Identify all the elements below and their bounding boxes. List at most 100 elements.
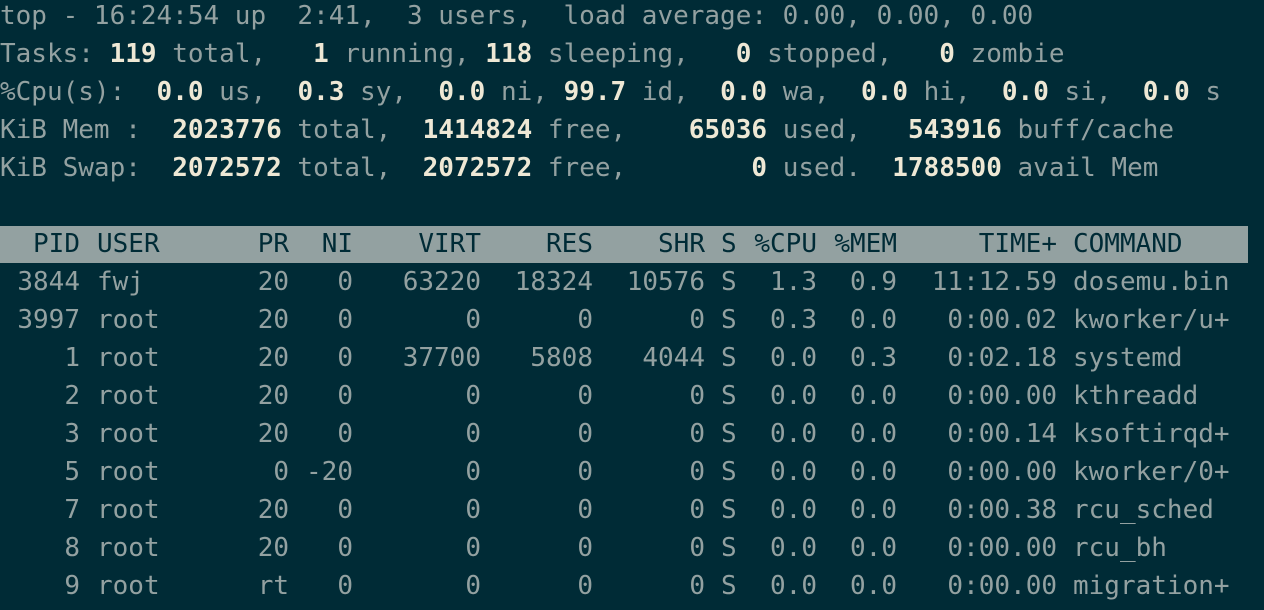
cpu-si: 0.0 <box>1001 77 1049 107</box>
res-cell: 0 <box>577 305 593 335</box>
cpu-wa-label: wa, <box>767 77 862 107</box>
col-res[interactable]: RES <box>490 225 593 263</box>
nice-cell: -20 <box>306 457 353 487</box>
mem-cell: 0.0 <box>850 381 897 411</box>
col-user[interactable]: USER <box>97 225 237 263</box>
nice-cell: 0 <box>337 381 353 411</box>
command-cell: rcu_bh <box>1073 533 1167 563</box>
mem-buff-label: buff/cache <box>1001 115 1175 145</box>
mem-cell: 0.0 <box>850 533 897 563</box>
command-cell: dosemu.bin <box>1073 267 1230 297</box>
res-cell: 0 <box>577 571 593 601</box>
swap-line: KiB Swap: 2072572 total, 2072572 free, 0… <box>0 149 1264 187</box>
user-cell: root <box>97 381 160 411</box>
pid-cell: 1 <box>64 343 80 373</box>
tasks-zombie: 0 <box>939 39 955 69</box>
terminal-window[interactable]: top - 16:24:54 up 2:41, 3 users, load av… <box>0 0 1264 610</box>
res-cell: 18324 <box>514 267 593 297</box>
nice-cell: 0 <box>337 343 353 373</box>
table-row[interactable]: 7 root 20 0 0 0 0 S 0.0 0.0 0:00.38 rcu_sched <box>0 491 1264 529</box>
priority-cell: 20 <box>257 419 289 449</box>
state-cell: S <box>721 457 737 487</box>
command-cell: migration+ <box>1073 571 1230 601</box>
shr-cell: 0 <box>689 305 705 335</box>
cpu-cell: 0.0 <box>770 381 817 411</box>
col-ni[interactable]: NI <box>292 225 353 263</box>
col-mem[interactable]: %MEM <box>825 225 897 263</box>
priority-cell: 20 <box>257 267 289 297</box>
mem-cell: 0.0 <box>850 495 897 525</box>
res-cell: 0 <box>577 495 593 525</box>
cpu-cell: 1.3 <box>770 267 817 297</box>
state-cell: S <box>721 419 737 449</box>
time-cell: 11:12.59 <box>931 267 1057 297</box>
user-cell: root <box>97 533 160 563</box>
col-command[interactable]: COMMAND <box>1073 225 1263 263</box>
table-row[interactable]: 9 root rt 0 0 0 0 S 0.0 0.0 0:00.00 migration+ <box>0 567 1264 605</box>
pid-cell: 2 <box>64 381 80 411</box>
col-pid[interactable]: PID <box>0 225 80 263</box>
pid-cell: 3997 <box>17 305 80 335</box>
cpu-cell: 0.0 <box>770 343 817 373</box>
tasks-line: Tasks: 119 total, 1 running, 118 sleepin… <box>0 35 1264 73</box>
nice-cell: 0 <box>337 305 353 335</box>
virt-cell: 0 <box>465 571 481 601</box>
nice-cell: 0 <box>337 267 353 297</box>
mem-used: 65036 <box>688 115 768 145</box>
swap-used: 0 <box>751 153 768 183</box>
res-cell: 5808 <box>530 343 593 373</box>
swap-avail: 1788500 <box>892 153 1002 183</box>
time-cell: 0:02.18 <box>947 343 1057 373</box>
nice-cell: 0 <box>337 533 353 563</box>
time-cell: 0:00.14 <box>947 419 1057 449</box>
mem-total: 2023776 <box>172 115 282 145</box>
pid-cell: 8 <box>64 533 80 563</box>
table-row[interactable]: 3997 root 20 0 0 0 0 S 0.3 0.0 0:00.02 kworker/u+ <box>0 301 1264 339</box>
state-cell: S <box>721 343 737 373</box>
state-cell: S <box>721 495 737 525</box>
table-row[interactable]: 1 root 20 0 37700 5808 4044 S 0.0 0.3 0:02.18 syste… <box>0 339 1264 377</box>
col-time[interactable]: TIME+ <box>905 225 1057 263</box>
command-cell: kworker/0+ <box>1073 457 1230 487</box>
col-cpu[interactable]: %CPU <box>745 225 817 263</box>
state-cell: S <box>721 267 737 297</box>
cpu-cell: 0.0 <box>770 457 817 487</box>
col-virt[interactable]: VIRT <box>360 225 481 263</box>
mem-cell: 0.0 <box>850 305 897 335</box>
command-cell: kworker/u+ <box>1073 305 1230 335</box>
table-row[interactable]: 2 root 20 0 0 0 0 S 0.0 0.0 0:00.00 kthreadd <box>0 377 1264 415</box>
shr-cell: 0 <box>689 571 705 601</box>
res-cell: 0 <box>577 419 593 449</box>
table-row[interactable]: 3844 fwj 20 0 63220 18324 10576 S 1.3 0.9 11:12.59… <box>0 263 1264 301</box>
col-state[interactable]: S <box>721 225 741 263</box>
pid-cell: 7 <box>64 495 80 525</box>
mem-line: KiB Mem : 2023776 total, 1414824 free, 6… <box>0 111 1264 149</box>
cpu-label: %Cpu(s): <box>0 77 157 107</box>
state-cell: S <box>721 533 737 563</box>
priority-cell: rt <box>257 571 289 601</box>
priority-cell: 20 <box>257 381 289 411</box>
table-row[interactable]: 5 root 0 -20 0 0 0 S 0.0 0.0 0:00.00 kworker/0+ <box>0 453 1264 491</box>
res-cell: 0 <box>577 381 593 411</box>
shr-cell: 0 <box>689 495 705 525</box>
col-pr[interactable]: PR <box>240 225 289 263</box>
table-row[interactable]: 8 root 20 0 0 0 0 S 0.0 0.0 0:00.00 rcu_bh <box>0 529 1264 567</box>
swap-free-label: free, <box>532 153 752 183</box>
shr-cell: 0 <box>689 419 705 449</box>
cpu-cell: 0.0 <box>770 533 817 563</box>
mem-buff: 543916 <box>907 115 1002 145</box>
table-row[interactable]: 3 root 20 0 0 0 0 S 0.0 0.0 0:00.14 ksoftirqd+ <box>0 415 1264 453</box>
cpu-sy-label: sy, <box>344 77 439 107</box>
swap-used-label: used. <box>767 153 893 183</box>
mem-cell: 0.9 <box>850 267 897 297</box>
tasks-label: Tasks: <box>0 39 110 69</box>
column-header-row: PID USER PR NI VIRT RES SHR S %CPU %MEM … <box>0 225 1264 263</box>
command-cell: systemd <box>1073 343 1183 373</box>
cpu-id-label: id, <box>626 77 721 107</box>
col-shr[interactable]: SHR <box>600 225 705 263</box>
virt-cell: 0 <box>465 305 481 335</box>
user-cell: fwj <box>97 267 144 297</box>
priority-cell: 20 <box>257 533 289 563</box>
virt-cell: 0 <box>465 381 481 411</box>
tasks-sleeping-label: sleeping, <box>532 39 736 69</box>
